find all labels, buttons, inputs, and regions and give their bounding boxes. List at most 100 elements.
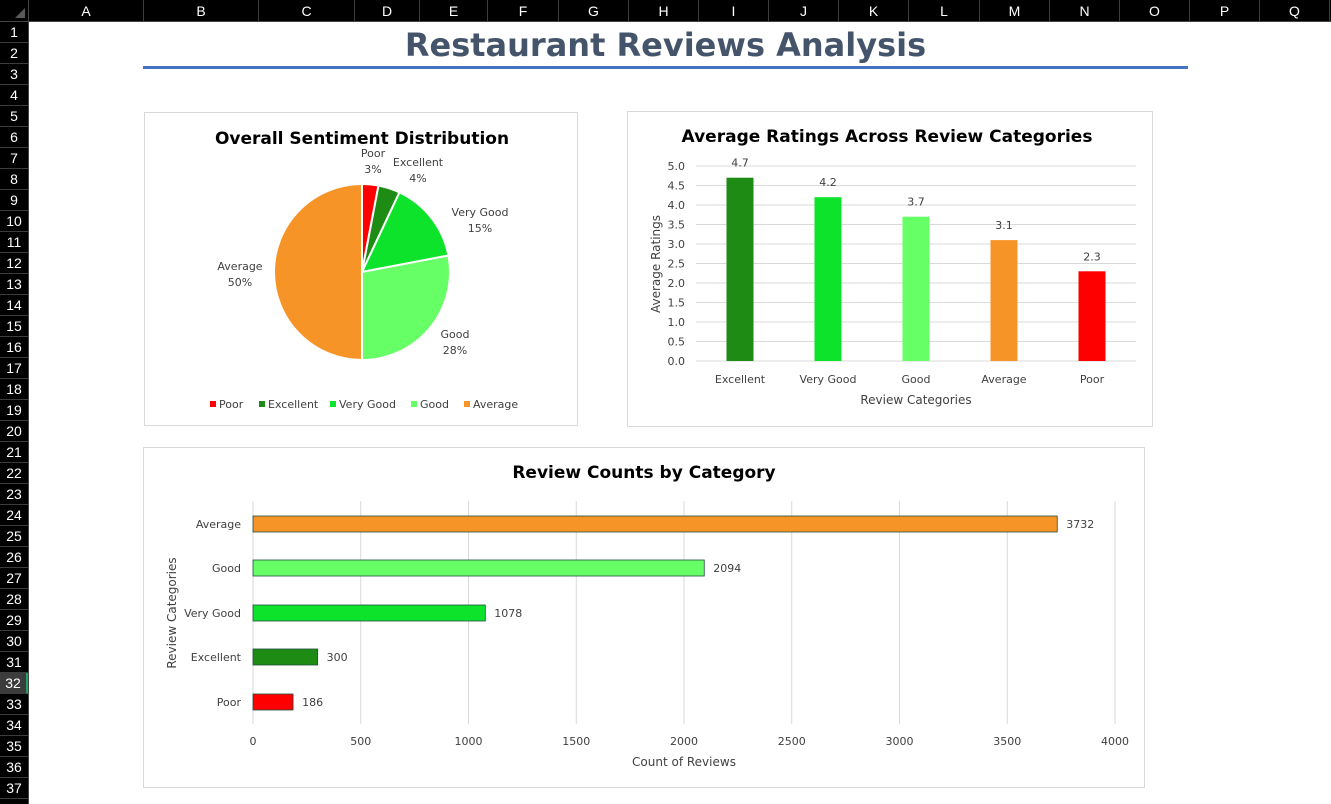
row-header-8[interactable]: 8 (0, 169, 28, 190)
x-axis-title: Review Categories (860, 393, 971, 407)
sentiment-pie-chart[interactable]: Overall Sentiment Distribution Poor 3% Exce… (144, 112, 578, 426)
row-header-32[interactable]: 32 (0, 673, 28, 694)
row-header-3[interactable]: 3 (0, 64, 28, 85)
row-header-28[interactable]: 28 (0, 589, 28, 610)
row-header-25[interactable]: 25 (0, 526, 28, 547)
row-header-9[interactable]: 9 (0, 190, 28, 211)
row-header-36[interactable]: 36 (0, 757, 28, 778)
row-header-35[interactable]: 35 (0, 736, 28, 757)
y-tick-label: 3.0 (668, 238, 686, 251)
column-value-label-excellent: 4.7 (731, 157, 749, 170)
column-header-h[interactable]: H (629, 0, 699, 22)
row-header-31[interactable]: 31 (0, 652, 28, 673)
column-header-k[interactable]: K (839, 0, 909, 22)
y-axis-title: Average Ratings (649, 215, 663, 313)
row-header-17[interactable]: 17 (0, 358, 28, 379)
x-tick-label: 0 (250, 735, 257, 748)
row-header-16[interactable]: 16 (0, 337, 28, 358)
h-bar-excellent (252, 648, 319, 666)
column-header-m[interactable]: M (980, 0, 1050, 22)
pie-slice-average (273, 182, 363, 362)
h-bar-poor (252, 693, 294, 711)
row-header-12[interactable]: 12 (0, 253, 28, 274)
x-tick-label-excellent: Excellent (715, 373, 766, 386)
sentiment-pie-svg: Overall Sentiment Distribution Poor 3% Exce… (210, 129, 518, 411)
x-tick-label: 500 (350, 735, 371, 748)
row-header-18[interactable]: 18 (0, 379, 28, 400)
h-bar-value-label-good: 2094 (713, 562, 741, 575)
pie-chart-title: Overall Sentiment Distribution (215, 129, 509, 149)
y-tick-label: 0.5 (668, 336, 686, 349)
column-header-g[interactable]: G (559, 0, 629, 22)
row-header-10[interactable]: 10 (0, 211, 28, 232)
select-all-corner[interactable] (0, 0, 29, 22)
y-tick-label-poor: Poor (217, 696, 242, 709)
row-header-15[interactable]: 15 (0, 316, 28, 337)
x-axis-title: Count of Reviews (632, 755, 736, 769)
avg-ratings-chart[interactable]: Average Ratings Across Review Categories… (627, 111, 1153, 427)
legend-marker-average (464, 401, 470, 407)
y-tick-label: 4.5 (668, 180, 686, 193)
column-header-f[interactable]: F (488, 0, 559, 22)
pie-label-very-good: Very Good (452, 206, 509, 219)
column-header-j[interactable]: J (769, 0, 839, 22)
column-header-p[interactable]: P (1190, 0, 1260, 22)
row-header-13[interactable]: 13 (0, 274, 28, 295)
x-tick-label-poor: Poor (1080, 373, 1105, 386)
y-tick-label-excellent: Excellent (191, 651, 242, 664)
column-bar-excellent (726, 177, 754, 361)
y-axis-title: Review Categories (165, 557, 179, 668)
pie-label-pct-good: 28% (443, 344, 467, 357)
row-header-21[interactable]: 21 (0, 442, 28, 463)
column-header-i[interactable]: I (699, 0, 769, 22)
row-header-1[interactable]: 1 (0, 22, 28, 43)
pie-label-pct-poor: 3% (364, 163, 381, 176)
column-header-l[interactable]: L (909, 0, 980, 22)
row-header-4[interactable]: 4 (0, 85, 28, 106)
row-headers: 1 2 3 4 5 6 7 8 9 10 11 12 13 14 15 16 17 18 19 20 21 22 23 24 2… (0, 22, 29, 804)
legend-label-very-good: Very Good (339, 398, 396, 411)
column-header-d[interactable]: D (355, 0, 420, 22)
legend-label-good: Good (420, 398, 449, 411)
row-header-30[interactable]: 30 (0, 631, 28, 652)
row-header-20[interactable]: 20 (0, 421, 28, 442)
x-tick-label: 3000 (886, 735, 914, 748)
column-header-c[interactable]: C (259, 0, 355, 22)
pie-label-average: Average (217, 260, 262, 273)
row-header-2[interactable]: 2 (0, 43, 28, 64)
row-header-7[interactable]: 7 (0, 148, 28, 169)
avg-ratings-svg: Average Ratings Across Review Categories… (649, 127, 1136, 407)
column-header-b[interactable]: B (144, 0, 259, 22)
row-header-33[interactable]: 33 (0, 694, 28, 715)
pie-label-excellent: Excellent (393, 156, 444, 169)
row-header-5[interactable]: 5 (0, 106, 28, 127)
row-header-34[interactable]: 34 (0, 715, 28, 736)
row-header-11[interactable]: 11 (0, 232, 28, 253)
row-header-19[interactable]: 19 (0, 400, 28, 421)
column-header-n[interactable]: N (1050, 0, 1120, 22)
review-counts-chart[interactable]: Review Counts by Category 0 500 1000 1500 200… (143, 447, 1145, 788)
column-header-e[interactable]: E (420, 0, 488, 22)
column-header-q[interactable]: Q (1260, 0, 1330, 22)
x-tick-label-average: Average (981, 373, 1026, 386)
legend-marker-good (411, 401, 417, 407)
column-header-a[interactable]: A (29, 0, 144, 22)
y-tick-label: 2.0 (668, 277, 686, 290)
y-tick-label: 3.5 (668, 219, 686, 232)
row-header-22[interactable]: 22 (0, 463, 28, 484)
row-header-27[interactable]: 27 (0, 568, 28, 589)
column-bar-poor (1078, 271, 1106, 361)
row-header-6[interactable]: 6 (0, 127, 28, 148)
row-header-23[interactable]: 23 (0, 484, 28, 505)
row-header-29[interactable]: 29 (0, 610, 28, 631)
row-header-37[interactable]: 37 (0, 778, 28, 799)
row-header-14[interactable]: 14 (0, 295, 28, 316)
legend-label-poor: Poor (219, 398, 244, 411)
legend-marker-very-good (330, 401, 336, 407)
x-tick-label-very-good: Very Good (800, 373, 857, 386)
row-header-24[interactable]: 24 (0, 505, 28, 526)
column-header-o[interactable]: O (1120, 0, 1190, 22)
column-value-label-poor: 2.3 (1083, 250, 1101, 263)
pie-label-pct-very-good: 15% (468, 222, 492, 235)
row-header-26[interactable]: 26 (0, 547, 28, 568)
